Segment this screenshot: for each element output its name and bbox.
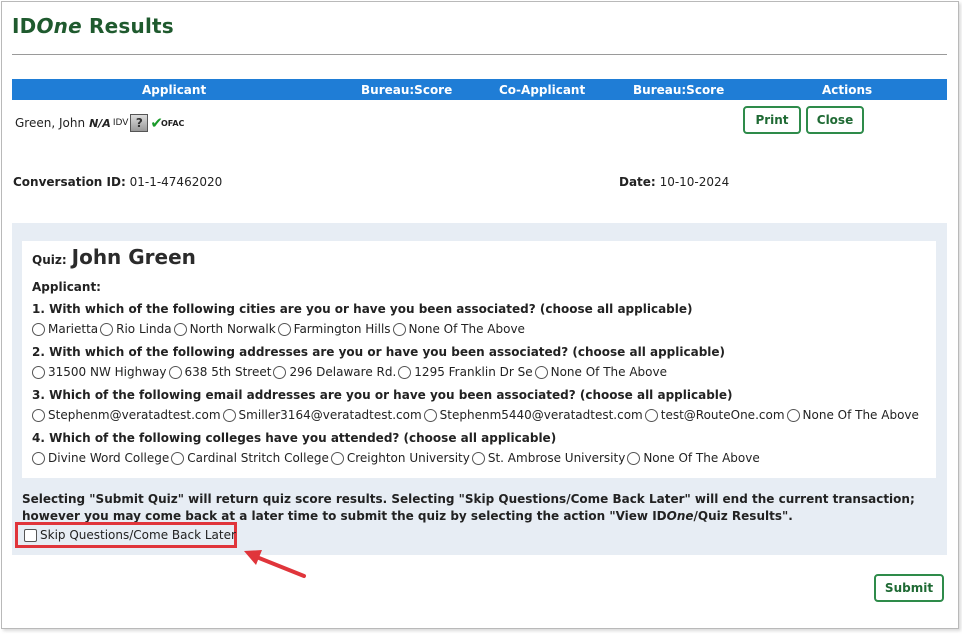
header-actions: Actions xyxy=(822,83,873,97)
quiz-name: John Green xyxy=(71,245,196,269)
q4-option-4[interactable]: St. Ambrose University xyxy=(471,451,625,465)
question-1-options: Marietta Rio Linda North Norwalk Farming… xyxy=(32,322,527,336)
question-1: 1. With which of the following cities ar… xyxy=(32,302,693,316)
q2-option-2[interactable]: 638 5th Street xyxy=(168,365,271,379)
question-2: 2. With which of the following addresses… xyxy=(32,345,726,359)
close-button[interactable]: Close xyxy=(806,106,864,134)
na-label: N/A xyxy=(89,116,111,130)
radio-button[interactable] xyxy=(330,451,344,465)
radio-button[interactable] xyxy=(786,408,800,422)
radio-button[interactable] xyxy=(32,365,45,379)
radio-button[interactable] xyxy=(423,408,437,422)
skip-questions-label: Skip Questions/Come Back Later xyxy=(40,528,236,542)
radio-button[interactable] xyxy=(398,365,412,379)
question-3: 3. Which of the following email addresse… xyxy=(32,388,733,402)
q2-option-3[interactable]: 296 Delaware Rd. xyxy=(273,365,396,379)
header-applicant: Applicant xyxy=(142,83,207,97)
header-bureau-score: Bureau:Score xyxy=(361,83,453,97)
radio-button[interactable] xyxy=(32,451,45,465)
q3-option-1[interactable]: Stephenm@veratadtest.com xyxy=(32,408,221,422)
radio-button[interactable] xyxy=(168,365,182,379)
radio-button[interactable] xyxy=(273,365,287,379)
q4-option-2[interactable]: Cardinal Stritch College xyxy=(171,451,329,465)
q3-option-5[interactable]: None Of The Above xyxy=(786,408,919,422)
radio-button[interactable] xyxy=(644,408,658,422)
idv-label: IDV xyxy=(112,118,129,128)
radio-button[interactable] xyxy=(32,322,45,336)
question-2-options: 31500 NW Highway 638 5th Street 296 Dela… xyxy=(32,365,669,379)
page-title: IDOne Results xyxy=(12,14,174,38)
applicant-row: Green, John N/A IDV ? ✔ OFAC xyxy=(15,114,184,132)
quiz-instructions: Selecting "Submit Quiz" will return quiz… xyxy=(22,492,915,523)
q2-option-4[interactable]: 1295 Franklin Dr Se xyxy=(398,365,533,379)
q1-option-2[interactable]: Rio Linda xyxy=(100,322,172,336)
radio-button[interactable] xyxy=(471,451,485,465)
question-4: 4. Which of the following colleges have … xyxy=(32,431,557,445)
applicant-section-label: Applicant: xyxy=(32,280,101,294)
radio-button[interactable] xyxy=(392,322,406,336)
applicant-name: Green, John xyxy=(15,116,86,130)
radio-button[interactable] xyxy=(32,408,45,422)
quiz-panel: Quiz: John Green Applicant: 1. With whic… xyxy=(12,223,947,555)
q1-option-4[interactable]: Farmington Hills xyxy=(277,322,391,336)
radio-button[interactable] xyxy=(534,365,548,379)
question-mark-icon[interactable]: ? xyxy=(130,114,149,132)
conversation-id: Conversation ID: 01-1-47462020 xyxy=(13,175,223,189)
q3-option-3[interactable]: Stephenm5440@veratadtest.com xyxy=(423,408,643,422)
radio-button[interactable] xyxy=(277,322,291,336)
question-3-options: Stephenm@veratadtest.com Smiller3164@ver… xyxy=(32,408,921,422)
q1-option-5[interactable]: None Of The Above xyxy=(392,322,525,336)
radio-button[interactable] xyxy=(222,408,236,422)
q1-option-1[interactable]: Marietta xyxy=(32,322,98,336)
window-frame: IDOne Results Applicant Bureau:Score Co-… xyxy=(1,1,959,629)
ofac-check-icon: ✔ OFAC xyxy=(150,114,185,132)
callout-arrow-icon xyxy=(244,550,306,578)
radio-button[interactable] xyxy=(100,322,114,336)
q1-option-3[interactable]: North Norwalk xyxy=(173,322,276,336)
q4-option-3[interactable]: Creighton University xyxy=(330,451,470,465)
date: Date: 10-10-2024 xyxy=(619,175,730,189)
quiz-title: Quiz: John Green xyxy=(32,245,196,269)
radio-button[interactable] xyxy=(627,451,641,465)
title-divider xyxy=(12,54,947,55)
question-4-options: Divine Word College Cardinal Stritch Col… xyxy=(32,451,762,465)
q3-option-2[interactable]: Smiller3164@veratadtest.com xyxy=(222,408,422,422)
q2-option-5[interactable]: None Of The Above xyxy=(534,365,667,379)
header-co-bureau-score: Bureau:Score xyxy=(633,83,725,97)
q4-option-5[interactable]: None Of The Above xyxy=(627,451,760,465)
q2-option-1[interactable]: 31500 NW Highway xyxy=(32,365,167,379)
submit-button[interactable]: Submit xyxy=(874,574,944,602)
q3-option-4[interactable]: test@RouteOne.com xyxy=(644,408,785,422)
header-co-applicant: Co-Applicant xyxy=(499,83,586,97)
results-table-header: Applicant Bureau:Score Co-Applicant Bure… xyxy=(12,79,947,100)
radio-button[interactable] xyxy=(171,451,185,465)
radio-button[interactable] xyxy=(173,322,187,336)
skip-questions-checkbox[interactable]: Skip Questions/Come Back Later xyxy=(24,528,236,542)
print-button[interactable]: Print xyxy=(743,106,801,134)
checkbox[interactable] xyxy=(24,528,37,542)
q4-option-1[interactable]: Divine Word College xyxy=(32,451,169,465)
quiz-box: Quiz: John Green Applicant: 1. With whic… xyxy=(22,241,936,478)
